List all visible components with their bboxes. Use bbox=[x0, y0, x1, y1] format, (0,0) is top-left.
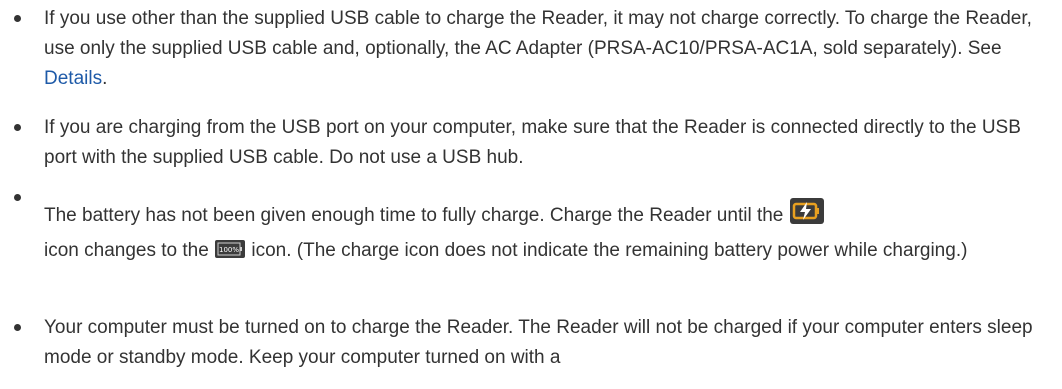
bullet-icon bbox=[14, 194, 21, 201]
item-text-end: . bbox=[102, 68, 108, 89]
details-link[interactable]: Details bbox=[44, 68, 102, 89]
item-text: The battery has not been given enough ti… bbox=[44, 205, 789, 226]
list-item-charge-time: The battery has not been given enough ti… bbox=[14, 190, 1044, 270]
svg-text:100%: 100% bbox=[219, 246, 239, 254]
full-battery-icon: 100% bbox=[215, 238, 246, 270]
charging-battery-icon bbox=[789, 198, 824, 235]
item-text: If you are charging from the USB port on… bbox=[44, 117, 1021, 168]
item-text: icon. (The charge icon does not indicate… bbox=[246, 240, 968, 261]
list-item-usb-port: If you are charging from the USB port on… bbox=[14, 113, 1044, 173]
bullet-icon bbox=[14, 15, 21, 22]
item-text: Your computer must be turned on to charg… bbox=[44, 317, 1033, 368]
item-text: icon changes to the bbox=[44, 240, 215, 261]
bullet-icon bbox=[14, 324, 21, 331]
item-text: If you use other than the supplied USB c… bbox=[44, 8, 1032, 59]
list-item-computer-on: Your computer must be turned on to charg… bbox=[14, 313, 1044, 373]
bullet-icon bbox=[14, 124, 21, 131]
list-item-usb-cable: If you use other than the supplied USB c… bbox=[14, 4, 1044, 94]
